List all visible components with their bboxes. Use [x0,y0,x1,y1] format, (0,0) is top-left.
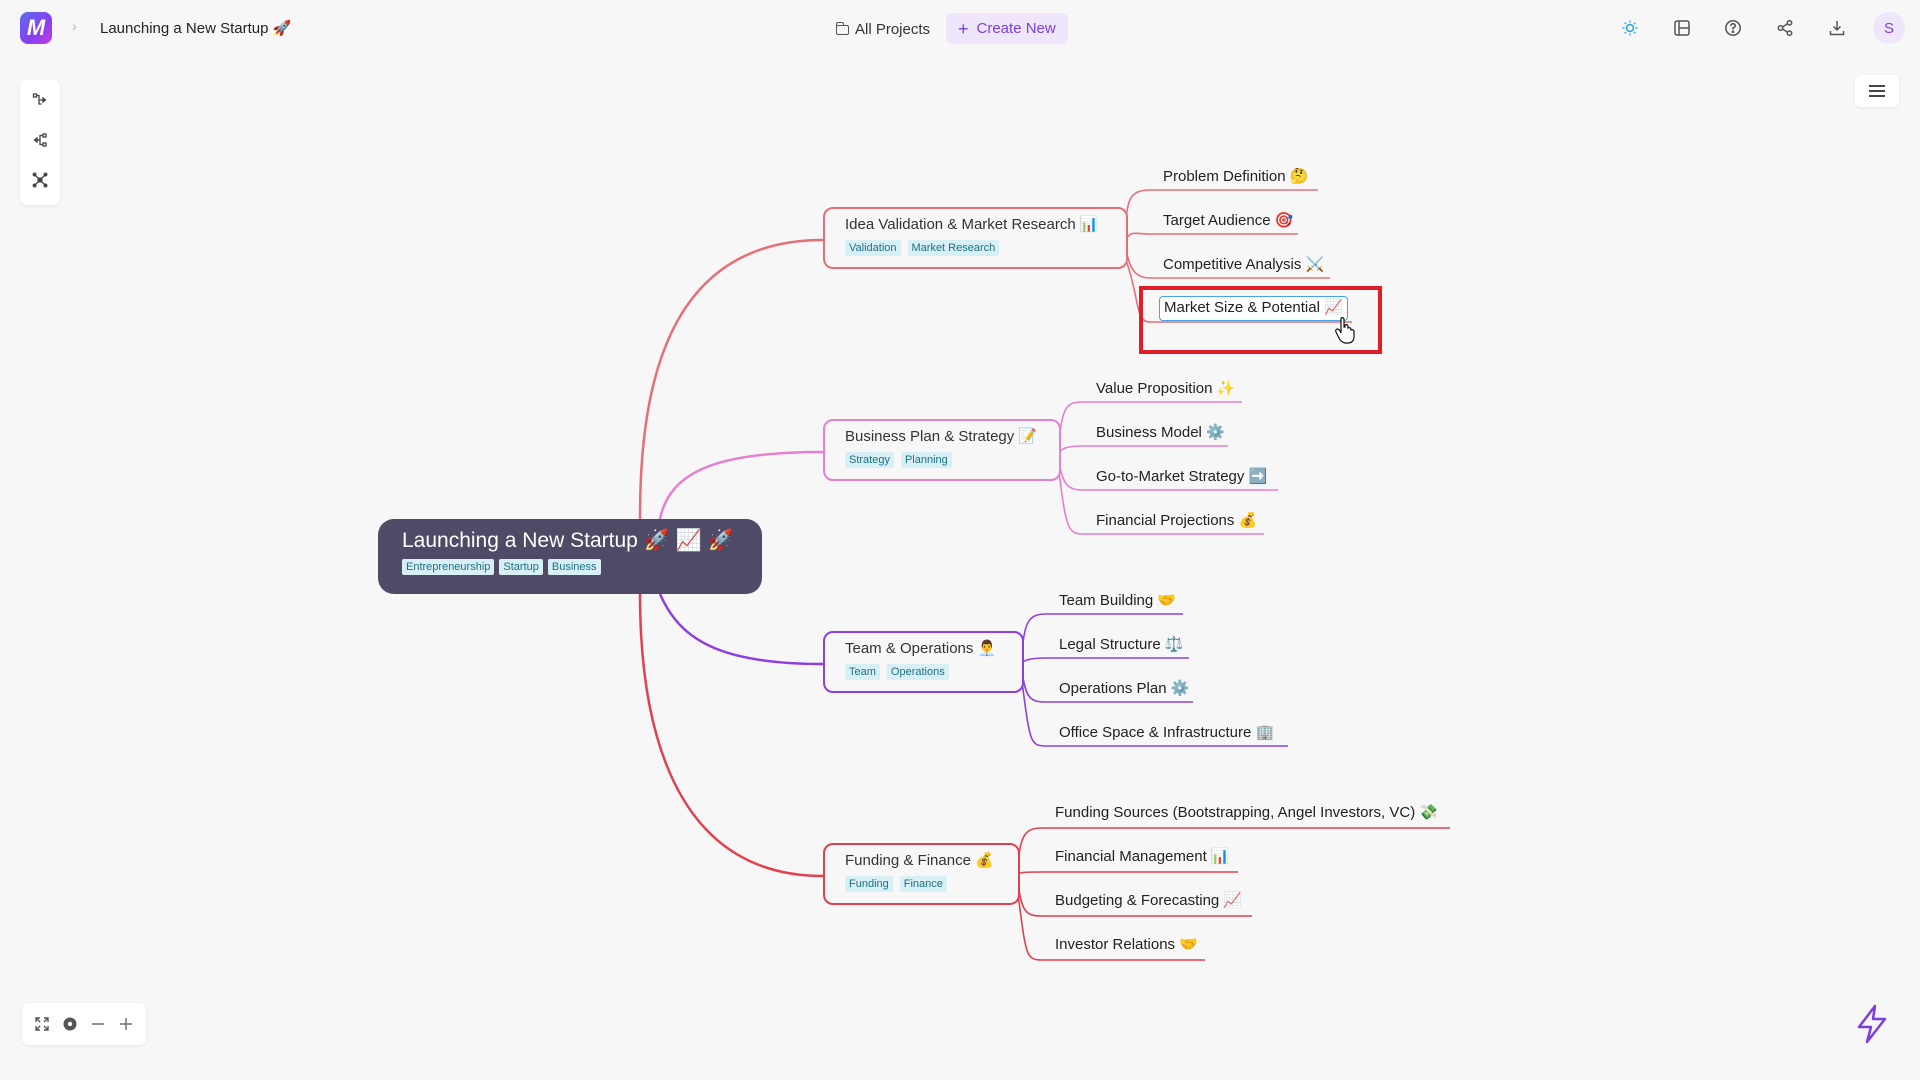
tag: Funding [845,876,893,892]
leaf-node[interactable]: Financial Projections 💰 [1096,512,1257,530]
tag: Validation [845,240,901,256]
tag: Market Research [907,240,1000,256]
zoom-controls [22,1003,146,1045]
leaf-node[interactable]: Investor Relations 🤝 [1055,936,1198,954]
tag: Planning [900,452,952,468]
tag: Finance [899,876,947,892]
branch-tags: Strategy Planning [845,452,1039,468]
leaf-node[interactable]: Target Audience 🎯 [1163,212,1293,230]
tag: Strategy [845,452,894,468]
branch-node-business-plan[interactable]: Business Plan & Strategy 📝 Strategy Plan… [823,419,1061,481]
branch-tags: Funding Finance [845,876,998,892]
root-title: Launching a New Startup 🚀 📈 🚀 [402,529,734,552]
tag: Operations [886,664,949,680]
leaf-node[interactable]: Funding Sources (Bootstrapping, Angel In… [1055,804,1438,822]
branch-title: Business Plan & Strategy 📝 [845,428,1038,445]
fit-to-screen-icon[interactable] [30,1012,54,1036]
branch-tags: Validation Market Research [845,240,1106,256]
tag: Team [845,664,880,680]
leaf-node[interactable]: Operations Plan ⚙️ [1059,680,1189,698]
leaf-node[interactable]: Business Model ⚙️ [1096,424,1225,442]
hand-cursor-icon [1335,317,1355,344]
zoom-out-icon[interactable] [86,1012,110,1036]
leaf-node[interactable]: Go-to-Market Strategy ➡️ [1096,468,1267,486]
tag: Entrepreneurship [402,559,495,575]
branch-title: Team & Operations 👨‍💼 [845,640,997,657]
leaf-node[interactable]: Problem Definition 🤔 [1163,168,1308,186]
branch-title: Idea Validation & Market Research 📊 [845,216,1099,233]
root-node[interactable]: Launching a New Startup 🚀 📈 🚀 Entreprene… [378,519,762,594]
branch-title: Funding & Finance 💰 [845,852,994,869]
leaf-node[interactable]: Budgeting & Forecasting 📈 [1055,892,1242,910]
leaf-node[interactable]: Team Building 🤝 [1059,592,1176,610]
branch-tags: Team Operations [845,664,1002,680]
branch-node-idea-validation[interactable]: Idea Validation & Market Research 📊 Vali… [823,207,1128,269]
mindmap-connectors [638,189,1450,961]
leaf-node[interactable]: Competitive Analysis ⚔️ [1163,256,1324,274]
root-tags: Entrepreneurship Startup Business [402,559,738,575]
branch-node-funding-finance[interactable]: Funding & Finance 💰 Funding Finance [823,843,1020,905]
leaf-node[interactable]: Office Space & Infrastructure 🏢 [1059,724,1274,742]
center-location-icon[interactable] [58,1012,82,1036]
zoom-in-icon[interactable] [114,1012,138,1036]
leaf-node[interactable]: Legal Structure ⚖️ [1059,636,1184,654]
leaf-node[interactable]: Financial Management 📊 [1055,848,1230,866]
leaf-node[interactable]: Value Proposition ✨ [1096,380,1235,398]
lightning-icon[interactable] [1850,1002,1894,1046]
branch-node-team-operations[interactable]: Team & Operations 👨‍💼 Team Operations [823,631,1024,693]
tag: Business [547,559,601,575]
tag: Startup [499,559,543,575]
